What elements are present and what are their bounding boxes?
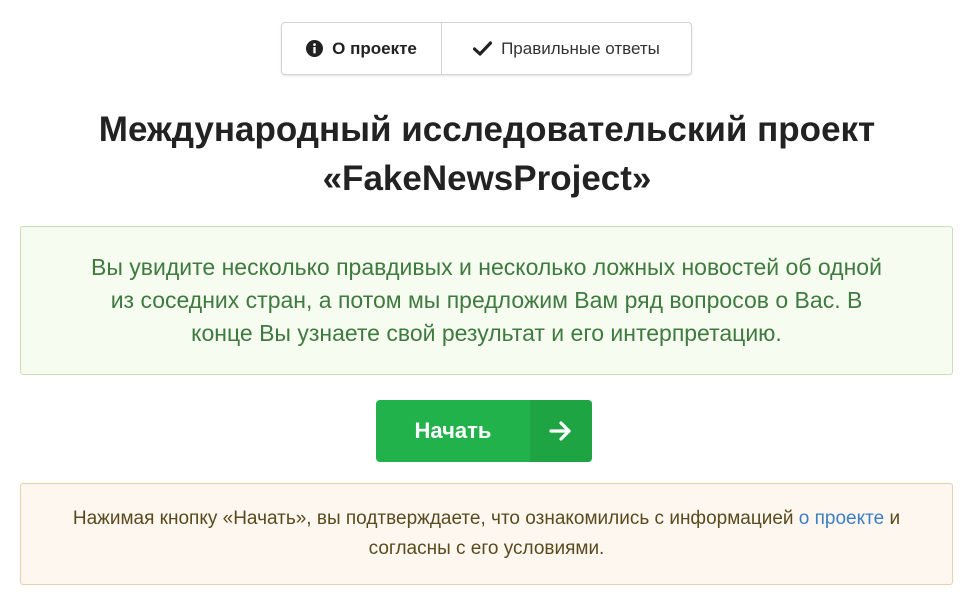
- page-title: Международный исследовательский проект «…: [0, 105, 974, 203]
- info-text: Вы увидите несколько правдивых и несколь…: [91, 254, 882, 346]
- arrow-right-icon: [530, 400, 592, 462]
- about-project-link[interactable]: о проекте: [799, 508, 884, 529]
- tab-correct-answers[interactable]: Правильные ответы: [442, 23, 691, 74]
- page-title-line2: «FakeNewsProject»: [322, 159, 652, 198]
- consent-text-before: Нажимая кнопку «Начать», вы подтверждает…: [72, 508, 799, 529]
- consent-text: Нажимая кнопку «Начать», вы подтверждает…: [61, 504, 912, 564]
- tab-about-label: О проекте: [332, 38, 417, 58]
- tab-about[interactable]: О проекте: [282, 23, 442, 74]
- info-circle-icon: [306, 40, 324, 57]
- check-icon: [473, 41, 493, 56]
- consent-alert: Нажимая кнопку «Начать», вы подтверждает…: [20, 483, 953, 585]
- page: О проекте Правильные ответы Международны…: [0, 0, 974, 606]
- start-button[interactable]: Начать: [376, 400, 592, 462]
- start-button-label: Начать: [414, 418, 492, 443]
- tab-correct-answers-label: Правильные ответы: [501, 38, 660, 58]
- page-title-line1: Международный исследовательский проект: [98, 110, 876, 149]
- top-nav-tabs: О проекте Правильные ответы: [281, 22, 692, 75]
- info-alert: Вы увидите несколько правдивых и несколь…: [20, 226, 953, 375]
